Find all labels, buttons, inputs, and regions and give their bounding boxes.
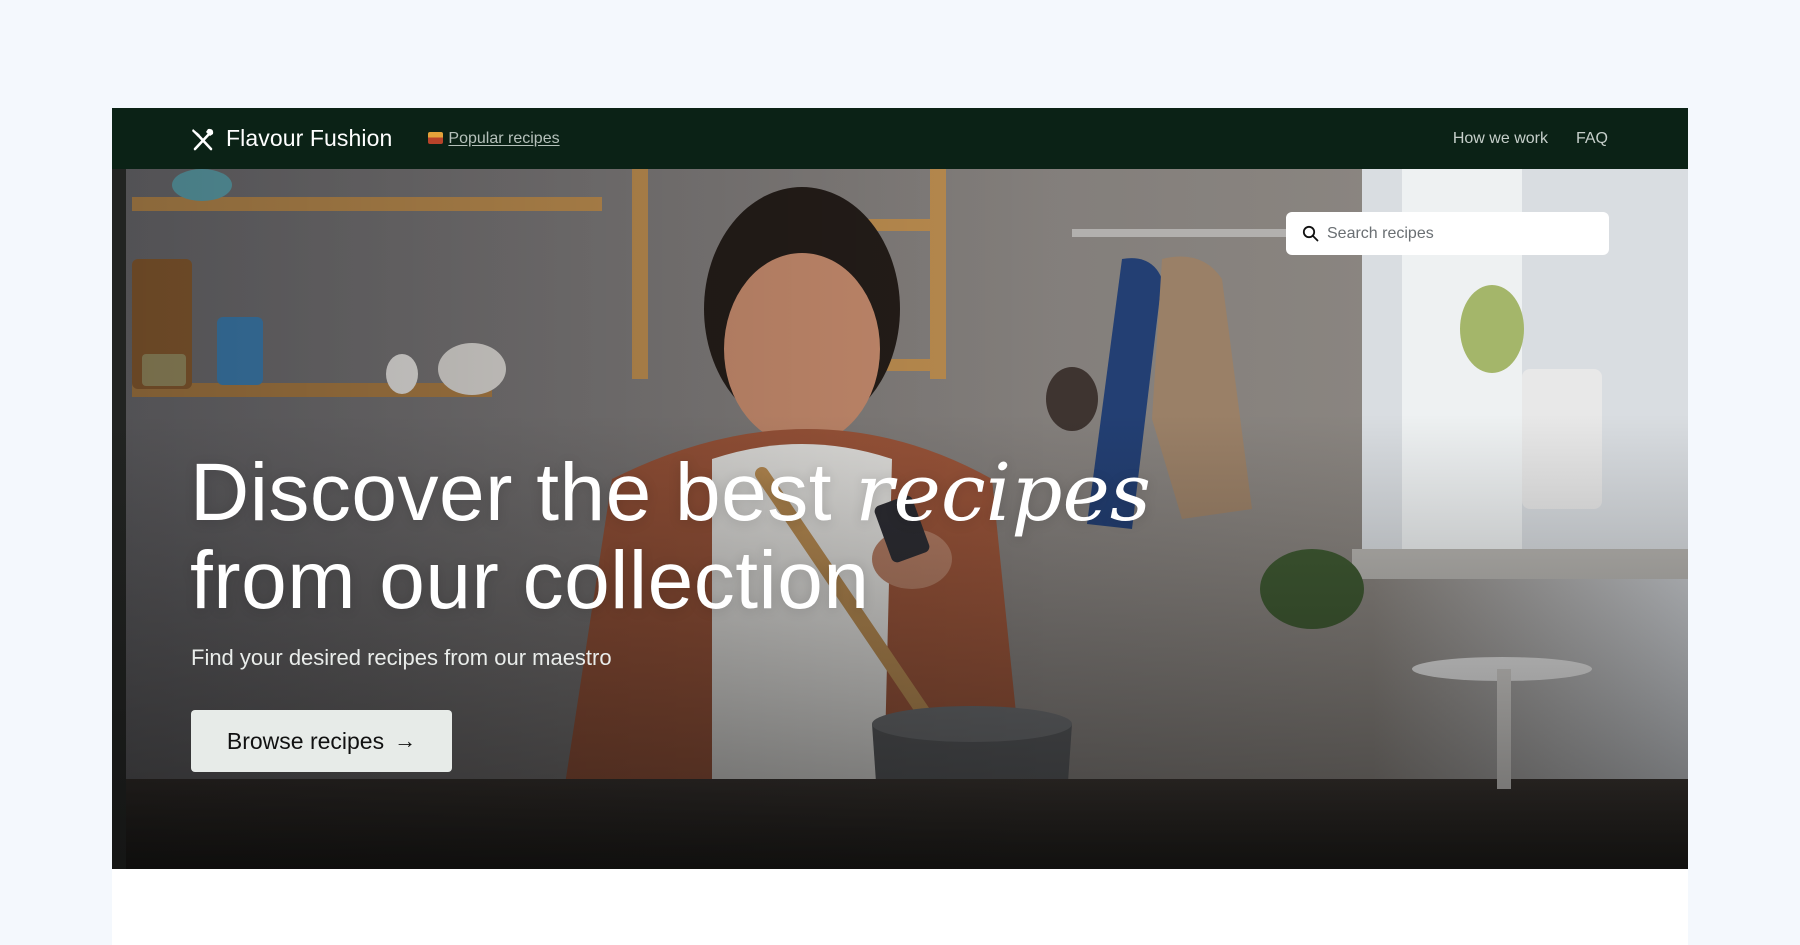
brand-logo[interactable]: Flavour Fushion xyxy=(190,125,392,152)
headline-accent: recipes xyxy=(855,446,1151,539)
top-navbar: Flavour Fushion Popular recipes How we w… xyxy=(112,108,1688,169)
popular-recipes-link[interactable]: Popular recipes xyxy=(428,129,560,148)
fork-knife-icon xyxy=(192,128,214,150)
browse-recipes-label: Browse recipes xyxy=(226,727,385,754)
page-frame: Flavour Fushion Popular recipes How we w… xyxy=(112,108,1688,945)
pizza-emoji-icon xyxy=(428,131,444,144)
arrow-right-icon: → xyxy=(394,728,417,753)
search-input[interactable] xyxy=(1327,224,1587,243)
hero-section: Discover the best recipes from our colle… xyxy=(112,169,1688,869)
hero-headline: Discover the best recipes from our colle… xyxy=(190,449,1151,625)
nav-link-faq[interactable]: FAQ xyxy=(1576,130,1608,148)
nav-link-how-we-work[interactable]: How we work xyxy=(1453,130,1548,148)
headline-part1: Discover the best xyxy=(190,447,856,538)
hero-subtitle: Find your desired recipes from our maest… xyxy=(191,645,612,670)
brand-name: Flavour Fushion xyxy=(226,125,393,151)
popular-recipes-label: Popular recipes xyxy=(448,129,560,147)
nav-links: How we work FAQ xyxy=(1453,130,1608,148)
search-box[interactable] xyxy=(1286,212,1609,255)
headline-line2: from our collection xyxy=(190,535,870,626)
browse-recipes-button[interactable]: Browse recipes → xyxy=(191,710,452,772)
search-icon xyxy=(1302,225,1319,242)
